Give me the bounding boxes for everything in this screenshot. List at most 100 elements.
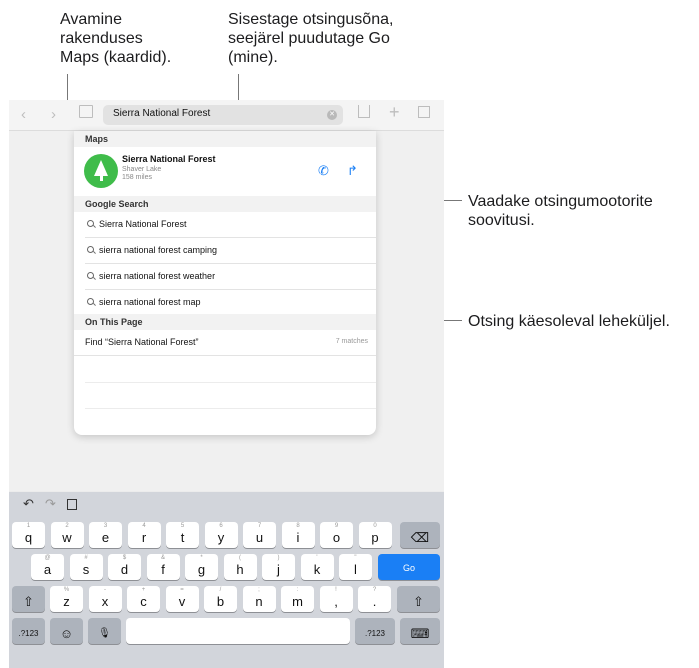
key-l[interactable]: " l bbox=[339, 554, 372, 580]
shift-key-left[interactable]: ⇧ bbox=[12, 586, 45, 612]
key-label: e bbox=[101, 530, 110, 545]
key-hint: 7 bbox=[257, 523, 262, 529]
callout-maps: Avamine rakenduses Maps (kaardid). bbox=[60, 11, 172, 66]
address-text: Sierra National Forest bbox=[113, 108, 211, 119]
empty-row bbox=[85, 356, 376, 383]
search-suggestions-popover: Maps Sierra National Forest Shaver Lake … bbox=[74, 131, 376, 435]
section-header-on-page: On This Page bbox=[74, 314, 376, 330]
share-icon[interactable] bbox=[358, 105, 370, 118]
key-y[interactable]: 6y bbox=[204, 522, 238, 548]
key-m[interactable]: :m bbox=[281, 586, 314, 612]
key-i[interactable]: 8i bbox=[281, 522, 315, 548]
back-chevron-icon[interactable]: ‹ bbox=[21, 106, 26, 124]
key-hint: 3 bbox=[103, 523, 108, 529]
key-label: y bbox=[217, 530, 225, 545]
tree-pin-icon bbox=[84, 154, 118, 188]
key-label: k bbox=[313, 562, 321, 577]
shift-key-right[interactable]: ⇧ bbox=[397, 586, 440, 612]
space-bar[interactable] bbox=[126, 618, 350, 644]
key-h[interactable]: (h bbox=[223, 554, 257, 580]
find-on-page-row[interactable]: Find “Sierra National Forest” 7 matches bbox=[74, 330, 376, 356]
backspace-key[interactable]: ⌫ bbox=[400, 522, 440, 548]
key-hint: 4 bbox=[142, 523, 146, 529]
key-a[interactable]: @ a bbox=[31, 554, 64, 580]
search-icon bbox=[87, 272, 94, 279]
go-button[interactable]: Go bbox=[378, 554, 440, 580]
key-hint: 8 bbox=[296, 523, 300, 529]
key-label: n bbox=[255, 594, 263, 609]
key-o[interactable]: 9o bbox=[320, 522, 353, 548]
key-b[interactable]: / b bbox=[204, 586, 237, 612]
key-hint: 2 bbox=[65, 523, 69, 529]
key-label: o bbox=[332, 530, 341, 545]
key-label: b bbox=[216, 594, 225, 609]
key-hint: ; bbox=[258, 587, 260, 593]
key-label: j bbox=[277, 562, 280, 577]
key-hint: % bbox=[63, 587, 70, 593]
empty-row bbox=[85, 382, 376, 409]
key-n[interactable]: ; n bbox=[242, 586, 276, 612]
key-label: x bbox=[101, 594, 109, 609]
microphone-icon: 🎙 bbox=[98, 628, 111, 639]
numbers-key-left[interactable]: .?123 bbox=[12, 618, 45, 644]
key-label: l bbox=[354, 562, 357, 577]
forward-chevron-icon[interactable]: › bbox=[51, 106, 56, 124]
bookmarks-icon[interactable] bbox=[79, 105, 93, 118]
key-u[interactable]: 7u bbox=[243, 522, 276, 548]
key-d[interactable]: $ d bbox=[108, 554, 141, 580]
key-q[interactable]: 1q bbox=[12, 522, 45, 548]
keyboard-icon: ⌨ bbox=[410, 626, 430, 641]
key-c[interactable]: + c bbox=[127, 586, 160, 612]
search-icon bbox=[87, 220, 94, 227]
key-label: f bbox=[161, 562, 165, 577]
numbers-key-right[interactable]: .?123 bbox=[355, 618, 395, 644]
key-z[interactable]: % z bbox=[50, 586, 83, 612]
emoji-key[interactable]: ☺ bbox=[50, 618, 83, 644]
key-label: m bbox=[292, 594, 303, 609]
key-hint: + bbox=[141, 587, 146, 593]
tabs-icon[interactable] bbox=[418, 106, 430, 118]
key-w[interactable]: 2w bbox=[50, 522, 84, 548]
key-r[interactable]: 4r bbox=[127, 522, 161, 548]
key-label: v bbox=[178, 594, 186, 609]
paste-icon[interactable] bbox=[67, 499, 77, 510]
key-hint: 1 bbox=[26, 523, 31, 529]
key-e[interactable]: 3e bbox=[89, 522, 122, 548]
key-k[interactable]: ' k bbox=[300, 554, 334, 580]
redo-icon[interactable]: ↷ bbox=[45, 496, 56, 512]
maps-result-row[interactable]: Sierra National Forest Shaver Lake 158 m… bbox=[74, 148, 376, 196]
key-label: , bbox=[334, 594, 338, 609]
suggestion-row[interactable]: sierra national forest camping bbox=[85, 238, 376, 264]
undo-icon[interactable]: ↶ bbox=[23, 496, 34, 512]
key-hint: 9 bbox=[334, 523, 339, 529]
key-v[interactable]: = v bbox=[165, 586, 199, 612]
key-comma[interactable]: !, bbox=[319, 586, 353, 612]
key-p[interactable]: 0p bbox=[358, 522, 392, 548]
address-bar[interactable]: Sierra National Forest ✕ bbox=[103, 105, 343, 125]
onscreen-keyboard: ↶ ↷ 1 q 2 w 3 e 4 r 5 t 6 y 7 u 8 i 9 o 0 p ⌫ @ a # s $ d & f * g(h) j '… bbox=[9, 492, 444, 668]
key-hint: ! bbox=[335, 587, 337, 593]
key-s[interactable]: # s bbox=[69, 554, 103, 580]
shift-icon: ⇧ bbox=[413, 594, 424, 609]
key-hint: # bbox=[84, 555, 88, 561]
key-f[interactable]: & f bbox=[146, 554, 180, 580]
find-match-count: 7 matches bbox=[335, 338, 368, 345]
clear-icon[interactable]: ✕ bbox=[327, 110, 337, 120]
key-label: r bbox=[141, 530, 147, 545]
key-hint: 0 bbox=[373, 523, 377, 529]
suggestion-row[interactable]: sierra national forest map bbox=[85, 290, 376, 315]
hide-keyboard-key[interactable]: ⌨ bbox=[400, 618, 440, 644]
key-j[interactable]: ) j bbox=[262, 554, 295, 580]
key-t[interactable]: 5t bbox=[166, 522, 199, 548]
key-period[interactable]: ?. bbox=[358, 586, 391, 612]
suggestion-row[interactable]: sierra national forest weather bbox=[85, 264, 376, 290]
plus-icon[interactable]: + bbox=[389, 103, 400, 121]
directions-icon[interactable]: ↱ bbox=[347, 164, 358, 178]
phone-icon[interactable]: ✆ bbox=[318, 164, 329, 178]
suggestion-row[interactable]: Sierra National Forest bbox=[85, 212, 376, 238]
key-label: t bbox=[180, 530, 185, 545]
key-g[interactable]: * g bbox=[185, 554, 218, 580]
key-x[interactable]: -x bbox=[88, 586, 122, 612]
dictation-key[interactable]: 🎙 bbox=[88, 618, 121, 644]
key-hint: ' bbox=[316, 555, 318, 561]
